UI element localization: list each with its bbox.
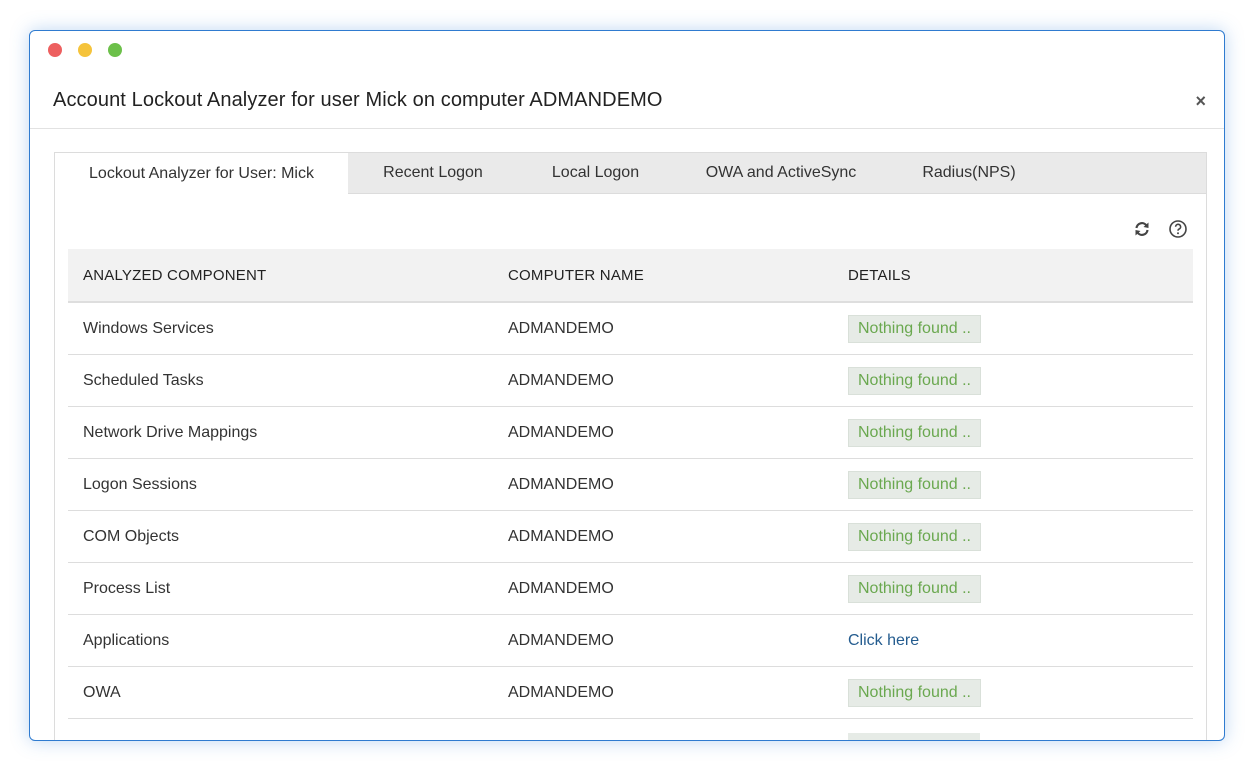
header-details: DETAILS xyxy=(848,266,911,284)
computer-cell: ADMANDEMO xyxy=(508,319,614,337)
dialog-title: Account Lockout Analyzer for user Mick o… xyxy=(53,89,663,111)
table-header: ANALYZED COMPONENT COMPUTER NAME DETAILS xyxy=(68,249,1193,303)
header-analyzed-component: ANALYZED COMPONENT xyxy=(83,266,267,284)
nothing-found-badge[interactable]: Nothing found .. xyxy=(848,314,981,343)
component-cell: Network Drive Mappings xyxy=(83,423,258,441)
nothing-found-badge[interactable]: Nothing found .. xyxy=(848,418,981,447)
analysis-table: ANALYZED COMPONENT COMPUTER NAME DETAILS… xyxy=(68,249,1193,740)
help-icon[interactable] xyxy=(1168,219,1188,239)
component-cell: Scheduled Tasks xyxy=(83,371,204,389)
nothing-found-badge[interactable]: Nothing found .. xyxy=(848,470,981,499)
nothing-found-badge[interactable]: Nothing found .. xyxy=(848,522,981,551)
computer-cell: ADMANDEMO xyxy=(508,631,614,649)
table-row-partial xyxy=(68,719,1193,740)
details-cell: Click here xyxy=(848,632,1193,650)
tab-lockout-analyzer[interactable]: Lockout Analyzer for User: Mick xyxy=(55,153,348,194)
details-cell: Nothing found .. xyxy=(848,678,1193,707)
table-toolbar xyxy=(1132,219,1188,239)
computer-cell: ADMANDEMO xyxy=(508,423,614,441)
dialog-window: Account Lockout Analyzer for user Mick o… xyxy=(29,30,1225,741)
tab-recent-logon[interactable]: Recent Logon xyxy=(348,153,518,193)
computer-cell: ADMANDEMO xyxy=(508,527,614,545)
partial-badge xyxy=(848,733,980,740)
details-cell: Nothing found .. xyxy=(848,366,1193,395)
header-computer-name: COMPUTER NAME xyxy=(508,266,644,284)
click-here-link[interactable]: Click here xyxy=(848,632,919,649)
nothing-found-badge[interactable]: Nothing found .. xyxy=(848,574,981,603)
close-icon[interactable]: × xyxy=(1195,91,1206,111)
table-row: Network Drive Mappings ADMANDEMO Nothing… xyxy=(68,407,1193,459)
component-cell: OWA xyxy=(83,683,121,701)
window-controls xyxy=(48,43,122,57)
tab-owa-activesync[interactable]: OWA and ActiveSync xyxy=(673,153,889,193)
table-row: Logon Sessions ADMANDEMO Nothing found .… xyxy=(68,459,1193,511)
analyzer-panel: Lockout Analyzer for User: Mick Recent L… xyxy=(54,152,1207,740)
maximize-window-dot[interactable] xyxy=(108,43,122,57)
computer-cell: ADMANDEMO xyxy=(508,579,614,597)
details-cell: Nothing found .. xyxy=(848,418,1193,447)
tab-local-logon[interactable]: Local Logon xyxy=(518,153,673,193)
table-row: Scheduled Tasks ADMANDEMO Nothing found … xyxy=(68,355,1193,407)
details-cell: Nothing found .. xyxy=(848,522,1193,551)
refresh-icon[interactable] xyxy=(1132,219,1152,239)
details-cell: Nothing found .. xyxy=(848,470,1193,499)
computer-cell: ADMANDEMO xyxy=(508,475,614,493)
title-divider xyxy=(30,128,1224,129)
close-window-dot[interactable] xyxy=(48,43,62,57)
component-cell: Windows Services xyxy=(83,319,214,337)
tab-bar: Lockout Analyzer for User: Mick Recent L… xyxy=(55,153,1206,194)
component-cell: Process List xyxy=(83,579,171,597)
details-cell: Nothing found .. xyxy=(848,314,1193,343)
table-row: COM Objects ADMANDEMO Nothing found .. xyxy=(68,511,1193,563)
computer-cell: ADMANDEMO xyxy=(508,683,614,701)
nothing-found-badge[interactable]: Nothing found .. xyxy=(848,366,981,395)
component-cell: COM Objects xyxy=(83,527,180,545)
table-row: Process List ADMANDEMO Nothing found .. xyxy=(68,563,1193,615)
component-cell: Logon Sessions xyxy=(83,475,197,493)
minimize-window-dot[interactable] xyxy=(78,43,92,57)
table-row: OWA ADMANDEMO Nothing found .. xyxy=(68,667,1193,719)
nothing-found-badge[interactable]: Nothing found .. xyxy=(848,678,981,707)
component-cell: Applications xyxy=(83,631,170,649)
table-row: Applications ADMANDEMO Click here xyxy=(68,615,1193,667)
computer-cell: ADMANDEMO xyxy=(508,371,614,389)
tab-radius-nps[interactable]: Radius(NPS) xyxy=(889,153,1049,193)
details-cell xyxy=(848,719,1193,740)
table-row: Windows Services ADMANDEMO Nothing found… xyxy=(68,303,1193,355)
details-cell: Nothing found .. xyxy=(848,574,1193,603)
